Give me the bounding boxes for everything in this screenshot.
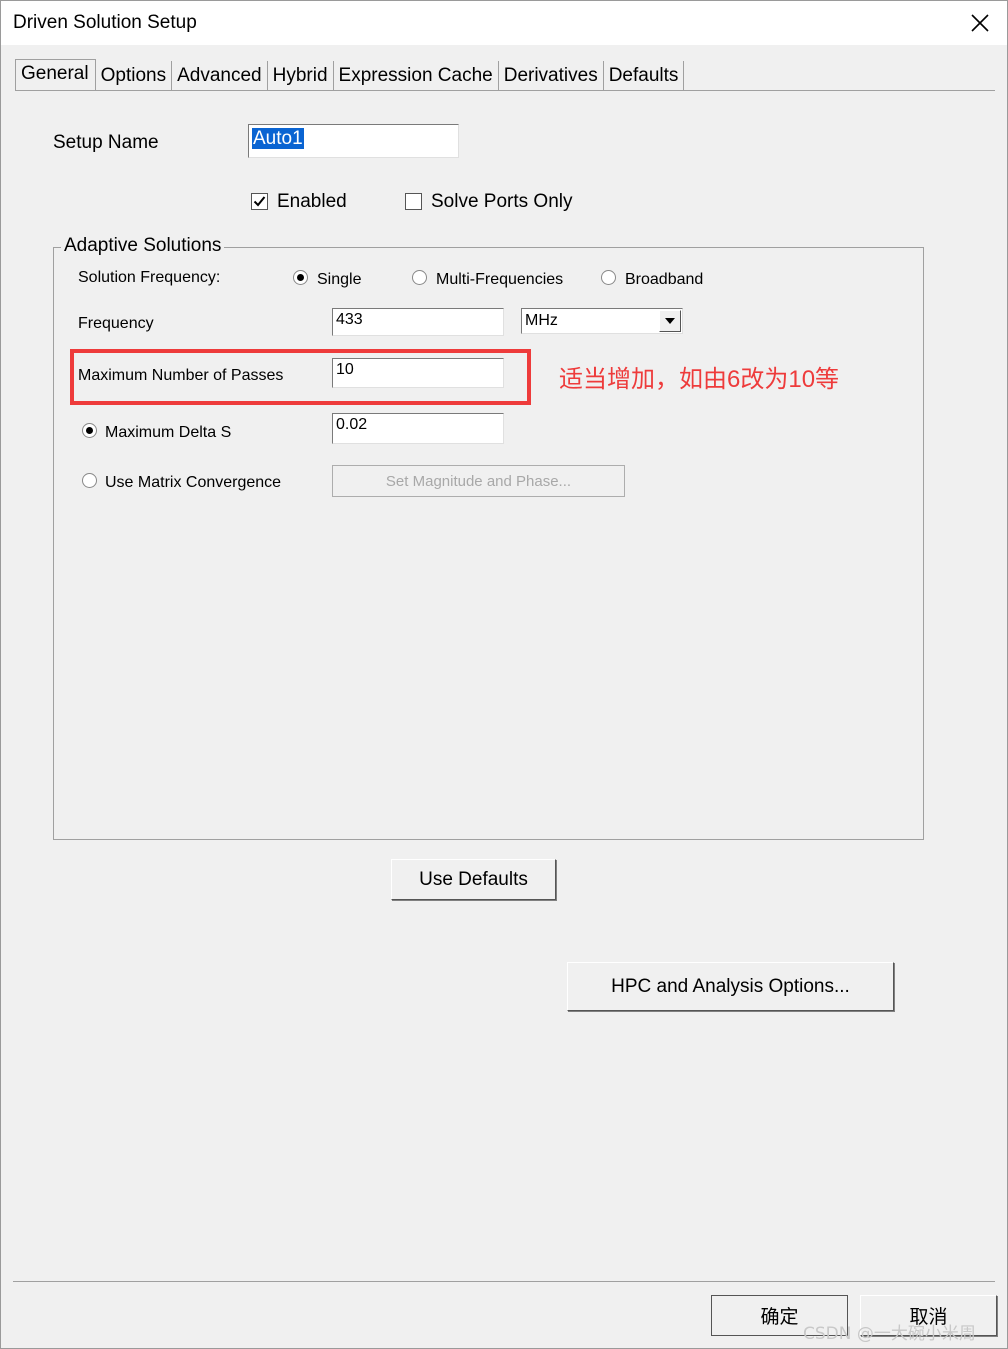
tab-panel-top-border	[15, 90, 995, 91]
radio-broadband[interactable]	[601, 270, 616, 285]
radio-single[interactable]	[293, 270, 308, 285]
radio-single-label: Single	[317, 271, 362, 288]
adaptive-solutions-title: Adaptive Solutions	[61, 235, 225, 257]
annotation-highlight-box	[70, 349, 531, 405]
frequency-input[interactable]: 433	[332, 308, 504, 336]
use-matrix-convergence-label: Use Matrix Convergence	[105, 474, 282, 491]
tab-strip: General Options Advanced Hybrid Expressi…	[15, 59, 685, 91]
tab-derivatives[interactable]: Derivatives	[498, 61, 604, 91]
tab-hybrid[interactable]: Hybrid	[267, 61, 334, 91]
solve-ports-only-label: Solve Ports Only	[431, 191, 573, 212]
setup-name-input[interactable]: Auto1	[248, 124, 459, 158]
tab-advanced[interactable]: Advanced	[172, 61, 268, 91]
set-magnitude-phase-button[interactable]: Set Magnitude and Phase...	[332, 465, 625, 497]
frequency-label: Frequency	[78, 315, 154, 332]
title-bar: Driven Solution Setup	[1, 1, 1007, 45]
tab-defaults[interactable]: Defaults	[603, 61, 685, 91]
window-title: Driven Solution Setup	[13, 12, 197, 33]
radio-multi-frequencies[interactable]	[412, 270, 427, 285]
close-icon	[971, 14, 989, 32]
max-delta-s-label: Maximum Delta S	[105, 424, 232, 441]
tab-expression-cache[interactable]: Expression Cache	[333, 61, 499, 91]
checkmark-icon	[253, 196, 266, 207]
radio-broadband-label: Broadband	[625, 271, 704, 288]
radio-dot	[86, 427, 93, 434]
dropdown-arrow-button[interactable]	[659, 310, 681, 332]
frequency-unit-select[interactable]: MHz	[521, 308, 683, 334]
panel-bottom-border	[13, 1281, 995, 1282]
annotation-text: 适当增加，如由6改为10等	[559, 366, 840, 393]
enabled-checkbox[interactable]	[251, 193, 268, 210]
enabled-label: Enabled	[277, 191, 347, 212]
radio-max-delta-s[interactable]	[82, 423, 97, 438]
dialog-window: Driven Solution Setup General Options Ad…	[0, 0, 1008, 1349]
solve-ports-only-checkbox[interactable]	[405, 193, 422, 210]
hpc-analysis-options-button[interactable]: HPC and Analysis Options...	[567, 962, 894, 1011]
chevron-down-icon	[665, 318, 675, 324]
setup-name-value: Auto1	[252, 128, 304, 149]
max-delta-s-input[interactable]: 0.02	[332, 413, 504, 444]
solution-frequency-label: Solution Frequency:	[78, 269, 221, 286]
frequency-unit-value: MHz	[525, 312, 558, 329]
close-button[interactable]	[963, 7, 997, 39]
setup-name-label: Setup Name	[53, 132, 159, 153]
radio-multi-frequencies-label: Multi-Frequencies	[436, 271, 564, 288]
tab-general[interactable]: General	[15, 59, 96, 91]
watermark: CSDN @一大碗小米周	[803, 1324, 976, 1344]
use-defaults-button[interactable]: Use Defaults	[391, 859, 556, 900]
radio-dot	[297, 274, 304, 281]
tab-options[interactable]: Options	[95, 61, 173, 91]
radio-use-matrix-convergence[interactable]	[82, 473, 97, 488]
